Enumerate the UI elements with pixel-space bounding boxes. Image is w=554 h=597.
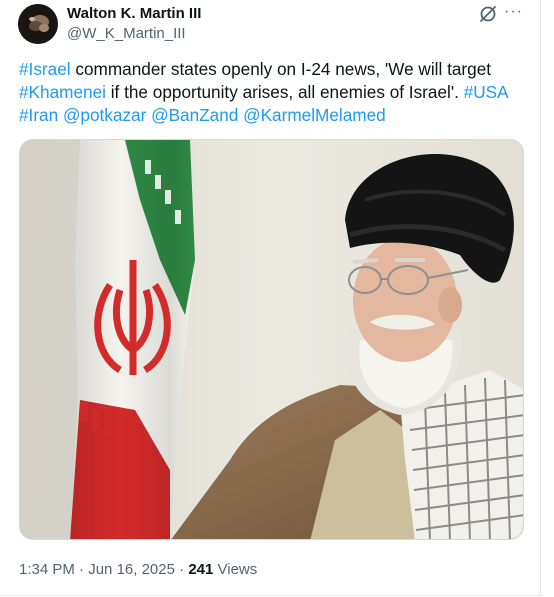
- mention-banzand[interactable]: @BanZand: [151, 105, 238, 125]
- hashtag-iran[interactable]: #Iran: [19, 105, 58, 125]
- hashtag-usa[interactable]: #USA: [464, 82, 508, 102]
- author-handle[interactable]: @W_K_Martin_III: [67, 25, 186, 42]
- tweet-text-segment: if the opportunity arises, all enemies o…: [105, 82, 464, 102]
- views-count[interactable]: 241: [188, 561, 213, 578]
- avatar-image: [18, 4, 58, 44]
- hashtag-khamenei[interactable]: #Khamenei: [19, 82, 106, 102]
- photo-illustration: [20, 140, 523, 539]
- more-horizontal-icon[interactable]: ···: [504, 2, 526, 22]
- grok-slash-icon[interactable]: [478, 4, 498, 24]
- tweet-text: #Israel commander states openly on I-24 …: [19, 58, 529, 127]
- tweet-date[interactable]: Jun 16, 2025: [88, 561, 175, 578]
- mention-karmelmelamed[interactable]: @KarmelMelamed: [243, 105, 386, 125]
- author-display-name[interactable]: Walton K. Martin III: [67, 5, 201, 22]
- tweet-meta: 1:34 PM · Jun 16, 2025 · 241 Views: [19, 561, 257, 578]
- tweet-photo[interactable]: [19, 139, 524, 540]
- meta-separator: ·: [74, 561, 89, 578]
- meta-separator: ·: [174, 561, 189, 578]
- hashtag-israel[interactable]: #Israel: [19, 59, 71, 79]
- tweet-time[interactable]: 1:34 PM: [19, 561, 75, 578]
- tweet-card: Walton K. Martin III @W_K_Martin_III ···…: [0, 0, 541, 596]
- tweet-text-segment: commander states openly on I-24 news, 'W…: [70, 59, 492, 79]
- author-avatar[interactable]: [18, 4, 58, 44]
- mention-potkazar[interactable]: @potkazar: [63, 105, 146, 125]
- views-label: Views: [213, 561, 258, 578]
